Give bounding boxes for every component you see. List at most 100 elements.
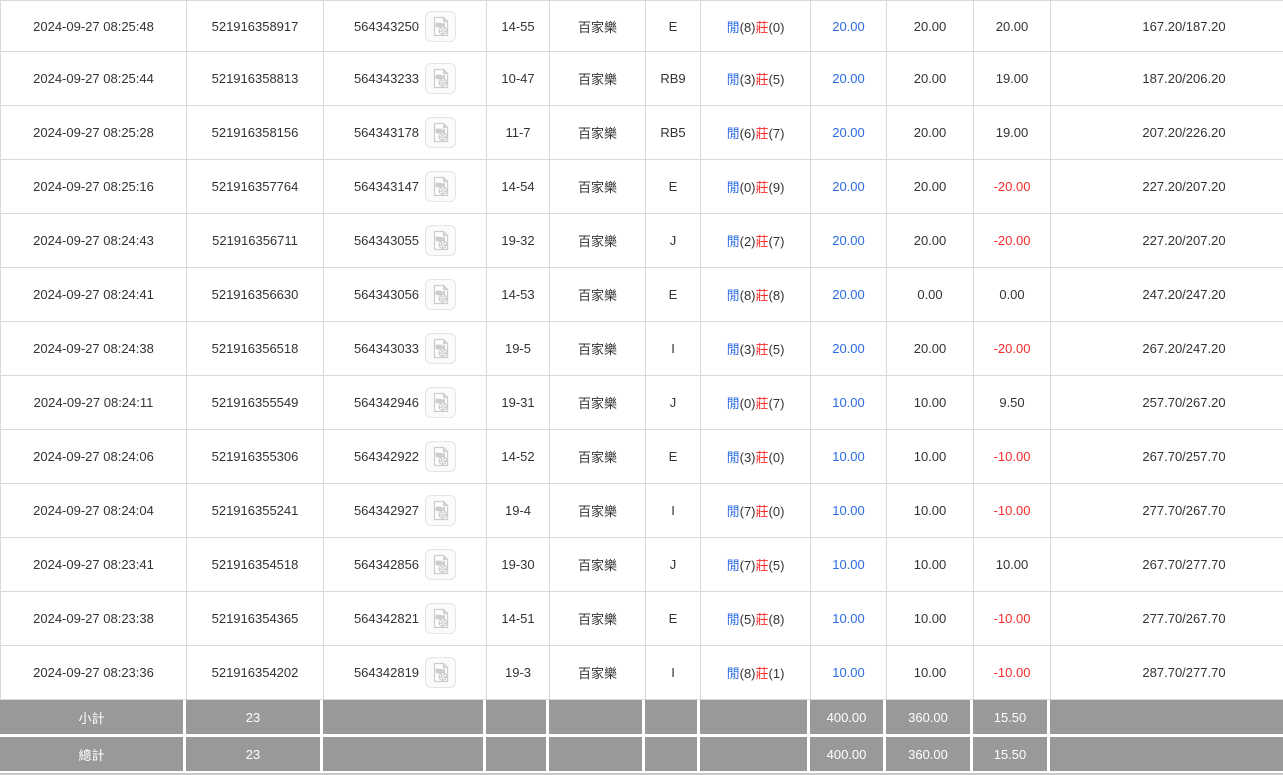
bet-time-cell: 2024-09-27 08:23:36: [0, 645, 187, 700]
video-replay-button[interactable]: [425, 603, 457, 634]
video-file-icon: [433, 15, 449, 36]
win-loss-cell: -10.00: [973, 645, 1051, 700]
table-row: 2024-09-27 08:24:04 521916355241 5643429…: [0, 483, 1283, 538]
summary-section: 小計 23 400.00 360.00 15.50 總計 23 400.00 3…: [0, 700, 1283, 775]
round-id-cell: 564343178: [323, 105, 487, 160]
video-replay-button[interactable]: [425, 10, 457, 42]
valid-bet-cell: 20.00: [886, 159, 974, 214]
bet-amount-cell: 10.00: [810, 645, 887, 700]
banker-points: (7): [768, 396, 785, 411]
table-row: 2024-09-27 08:24:41 521916356630 5643430…: [0, 267, 1283, 322]
result-cell: 閒(3)莊(5): [700, 51, 811, 106]
video-replay-button[interactable]: [425, 441, 457, 472]
result-cell: 閒(0)莊(9): [700, 159, 811, 214]
valid-bet-cell: 10.00: [886, 375, 974, 430]
win-loss-cell: 9.50: [973, 375, 1051, 430]
player-label: 閒: [726, 612, 740, 627]
banker-label: 莊: [755, 450, 769, 465]
banker-points: (5): [768, 72, 785, 87]
bet-time-cell: 2024-09-27 08:24:38: [0, 321, 187, 376]
valid-bet-cell: 10.00: [886, 429, 974, 484]
table-code-cell: J: [645, 375, 701, 430]
banker-label: 莊: [755, 288, 769, 303]
subtotal-empty: [645, 700, 700, 734]
bet-id-cell: 521916358813: [186, 51, 324, 106]
bet-amount-cell: 10.00: [810, 591, 887, 646]
bet-id-cell: 521916356630: [186, 267, 324, 322]
banker-points: (8): [768, 288, 785, 303]
balance-cell: 227.20/207.20: [1050, 159, 1283, 214]
round-id-cell: 564342856: [323, 537, 487, 592]
banker-label: 莊: [755, 72, 769, 87]
bet-amount-cell: 20.00: [810, 321, 887, 376]
player-points: (3): [739, 342, 756, 357]
banker-points: (8): [768, 612, 785, 627]
bet-id-cell: 521916358156: [186, 105, 324, 160]
banker-label: 莊: [755, 504, 769, 519]
video-replay-button[interactable]: [425, 387, 457, 418]
video-file-icon: [433, 338, 449, 359]
bet-id-cell: 521916358917: [186, 0, 324, 52]
bet-amount-cell: 20.00: [810, 105, 887, 160]
player-points: (8): [739, 288, 756, 303]
table-number-cell: 19-30: [486, 537, 550, 592]
video-file-icon: [433, 446, 449, 467]
bet-amount-cell: 10.00: [810, 375, 887, 430]
balance-cell: 167.20/187.20: [1050, 0, 1283, 52]
win-loss-cell: -10.00: [973, 591, 1051, 646]
game-type-cell: 百家樂: [549, 645, 646, 700]
bet-time-cell: 2024-09-27 08:24:41: [0, 267, 187, 322]
video-replay-button[interactable]: [425, 495, 457, 526]
total-winloss: 15.50: [973, 737, 1050, 771]
bet-time-cell: 2024-09-27 08:24:11: [0, 375, 187, 430]
banker-points: (7): [768, 234, 785, 249]
total-empty: [486, 737, 549, 771]
video-replay-button[interactable]: [425, 225, 457, 256]
bet-id-cell: 521916357764: [186, 159, 324, 214]
round-id-text: 564343178: [353, 125, 420, 140]
bet-amount-cell: 10.00: [810, 483, 887, 538]
table-row: 2024-09-27 08:23:41 521916354518 5643428…: [0, 537, 1283, 592]
round-id-cell: 564342819: [323, 645, 487, 700]
table-code-cell: I: [645, 483, 701, 538]
bet-id-cell: 521916355306: [186, 429, 324, 484]
player-points: (8): [739, 19, 756, 35]
balance-cell: 287.70/277.70: [1050, 645, 1283, 700]
balance-cell: 277.70/267.70: [1050, 591, 1283, 646]
table-code-cell: E: [645, 591, 701, 646]
banker-points: (0): [768, 450, 785, 465]
video-replay-button[interactable]: [425, 117, 457, 148]
table-row: 2024-09-27 08:24:11 521916355549 5643429…: [0, 375, 1283, 430]
video-replay-button[interactable]: [425, 279, 457, 310]
video-replay-button[interactable]: [425, 171, 457, 202]
win-loss-cell: 19.00: [973, 51, 1051, 106]
game-type-cell: 百家樂: [549, 213, 646, 268]
valid-bet-cell: 20.00: [886, 0, 974, 52]
video-file-icon: [433, 662, 449, 683]
subtotal-row: 小計 23 400.00 360.00 15.50: [0, 700, 1283, 734]
player-label: 閒: [726, 72, 740, 87]
video-replay-button[interactable]: [425, 333, 457, 364]
subtotal-bet: 400.00: [810, 700, 886, 734]
table-code-cell: E: [645, 429, 701, 484]
balance-cell: 207.20/226.20: [1050, 105, 1283, 160]
video-replay-button[interactable]: [425, 657, 457, 688]
bet-amount-cell: 20.00: [810, 0, 887, 52]
video-file-icon: [433, 608, 449, 629]
player-points: (3): [739, 450, 756, 465]
game-type-cell: 百家樂: [549, 429, 646, 484]
table-row: 2024-09-27 08:25:44 521916358813 5643432…: [0, 51, 1283, 106]
player-label: 閒: [726, 666, 740, 681]
result-cell: 閒(3)莊(0): [700, 429, 811, 484]
table-row: 2024-09-27 08:24:43 521916356711 5643430…: [0, 213, 1283, 268]
banker-label: 莊: [755, 234, 769, 249]
video-replay-button[interactable]: [425, 549, 457, 580]
video-replay-button[interactable]: [425, 63, 457, 94]
result-cell: 閒(6)莊(7): [700, 105, 811, 160]
round-id-text: 564343056: [353, 287, 420, 302]
table-row: 2024-09-27 08:25:16 521916357764 5643431…: [0, 159, 1283, 214]
player-label: 閒: [726, 342, 740, 357]
round-id-text: 564343055: [353, 233, 420, 248]
game-type-cell: 百家樂: [549, 483, 646, 538]
table-number-cell: 19-31: [486, 375, 550, 430]
